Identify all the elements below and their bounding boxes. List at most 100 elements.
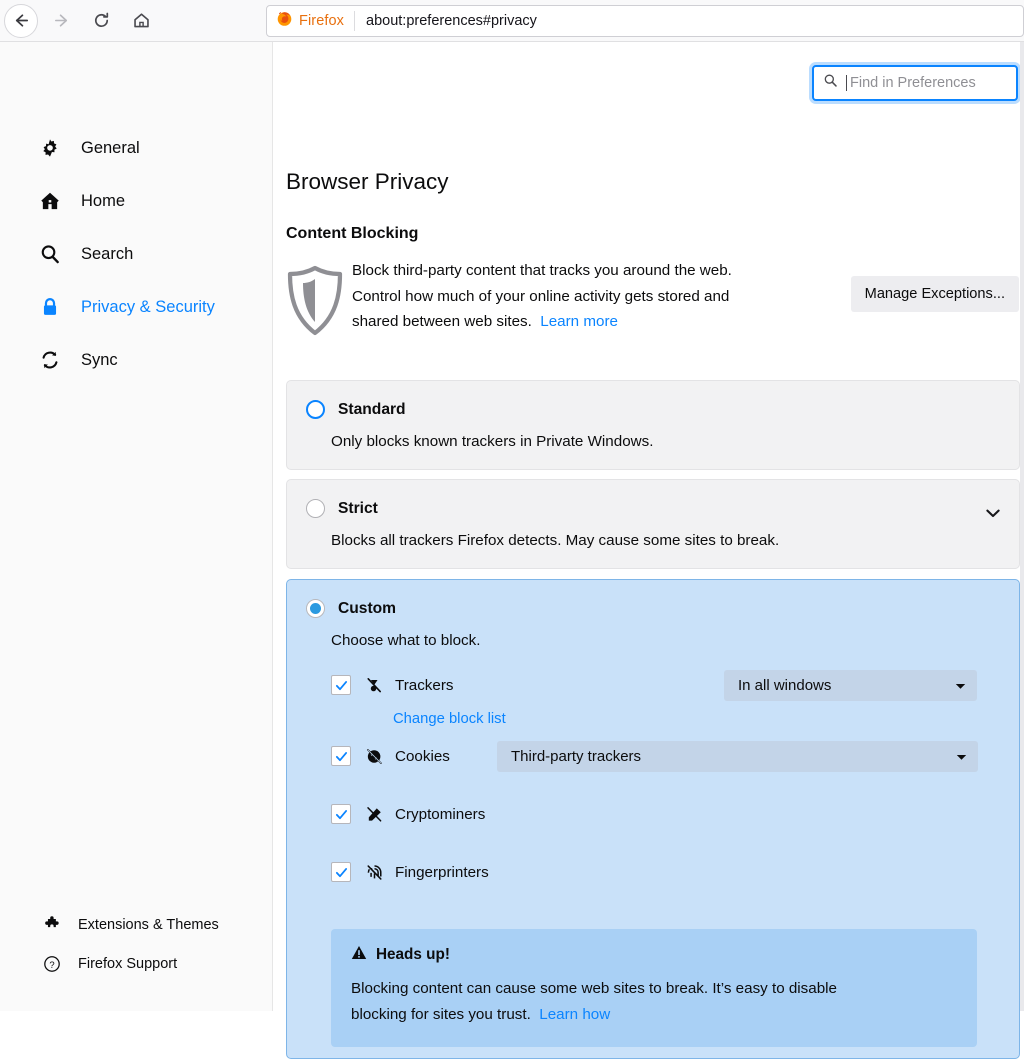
cryptominer-icon <box>365 805 387 824</box>
option-description: Only blocks known trackers in Private Wi… <box>287 419 1019 469</box>
firefox-brand-chip: Firefox <box>276 10 354 32</box>
sidebar-item-home[interactable]: Home <box>0 182 272 220</box>
radio-standard[interactable] <box>306 400 325 419</box>
learn-more-link[interactable]: Learn more <box>540 313 618 330</box>
warning-triangle-icon <box>351 945 367 965</box>
trackers-dropdown[interactable]: In all windows <box>724 670 977 701</box>
option-card-custom[interactable]: Custom Choose what to block. Trackers In… <box>286 579 1020 1059</box>
radio-strict[interactable] <box>306 499 325 518</box>
dropdown-value: In all windows <box>738 677 943 694</box>
firefox-logo-icon <box>276 10 293 32</box>
dropdown-value: Third-party trackers <box>511 748 944 765</box>
sidebar-item-search[interactable]: Search <box>0 235 272 273</box>
heads-up-title: Heads up! <box>376 946 450 964</box>
intro-text: Block third-party content that tracks yo… <box>352 258 804 342</box>
heads-up-line-2: blocking for sites you trust. <box>351 1006 531 1023</box>
tracker-icon <box>365 676 387 695</box>
check-icon <box>335 866 348 879</box>
option-card-standard[interactable]: Standard Only blocks known trackers in P… <box>286 380 1020 470</box>
chevron-down-icon[interactable] <box>986 505 1000 523</box>
home-button[interactable] <box>124 4 158 38</box>
search-input[interactable] <box>850 75 1000 91</box>
preferences-content: Browser Privacy Content Blocking Block t… <box>274 42 1024 1011</box>
home-icon <box>132 11 151 30</box>
fingerprinter-icon <box>365 863 387 882</box>
checkbox-trackers[interactable] <box>331 675 351 695</box>
heads-up-line-1: Blocking content can cause some web site… <box>351 980 837 997</box>
content-blocking-intro: Block third-party content that tracks yo… <box>286 258 1024 342</box>
row-label: Fingerprinters <box>395 864 489 881</box>
sidebar-item-label: Firefox Support <box>78 956 177 972</box>
option-card-strict[interactable]: Strict Blocks all trackers Firefox detec… <box>286 479 1020 569</box>
checkbox-cryptominers[interactable] <box>331 804 351 824</box>
chevron-down-icon <box>955 677 966 694</box>
intro-line-1: Block third-party content that tracks yo… <box>352 262 732 279</box>
checkbox-cookies[interactable] <box>331 746 351 766</box>
row-label: Trackers <box>395 677 454 694</box>
sidebar-footer-nav: Extensions & Themes ? Firefox Support <box>0 910 272 979</box>
row-cryptominers: Cryptominers <box>287 799 1019 829</box>
firefox-brand-label: Firefox <box>299 13 344 29</box>
sidebar-item-label: Privacy & Security <box>81 298 215 317</box>
row-label: Cryptominers <box>395 806 485 823</box>
sidebar-item-label: Extensions & Themes <box>78 917 219 933</box>
preferences-page: General Home Search Privacy & Security <box>0 42 1024 1011</box>
option-description: Blocks all trackers Firefox detects. May… <box>287 518 1019 568</box>
search-icon <box>823 73 838 93</box>
url-bar[interactable]: Firefox about:preferences#privacy <box>266 5 1024 37</box>
row-trackers: Trackers In all windows <box>287 670 1019 700</box>
option-name: Custom <box>338 600 396 618</box>
sidebar-item-label: Home <box>81 192 125 211</box>
checkbox-fingerprinters[interactable] <box>331 862 351 882</box>
option-header: Strict <box>287 480 1019 518</box>
forward-button[interactable] <box>44 4 78 38</box>
url-text[interactable]: about:preferences#privacy <box>355 13 537 29</box>
sidebar-item-firefox-support[interactable]: ? Firefox Support <box>0 949 272 979</box>
shield-icon <box>286 258 352 342</box>
option-name: Strict <box>338 500 378 518</box>
sidebar-item-extensions-themes[interactable]: Extensions & Themes <box>0 910 272 940</box>
option-header: Custom <box>287 580 1019 618</box>
find-in-preferences-box[interactable] <box>812 65 1018 101</box>
radio-custom[interactable] <box>306 599 325 618</box>
check-icon <box>335 808 348 821</box>
sidebar-item-sync[interactable]: Sync <box>0 341 272 379</box>
option-header: Standard <box>287 381 1019 419</box>
navigation-buttons <box>0 4 158 38</box>
check-icon <box>335 679 348 692</box>
puzzle-icon <box>42 916 61 935</box>
sync-icon <box>38 348 62 372</box>
scrollbar-track[interactable] <box>1020 42 1024 1011</box>
check-icon <box>335 750 348 763</box>
option-name: Standard <box>338 401 406 419</box>
sidebar-primary-nav: General Home Search Privacy & Security <box>0 129 272 379</box>
back-arrow-icon <box>12 11 31 30</box>
sidebar-item-general[interactable]: General <box>0 129 272 167</box>
browser-toolbar: Firefox about:preferences#privacy <box>0 0 1024 42</box>
cookie-icon <box>365 747 387 766</box>
learn-how-link[interactable]: Learn how <box>539 1006 610 1023</box>
back-button[interactable] <box>4 4 38 38</box>
home-icon <box>38 189 62 213</box>
url-bar-container: Firefox about:preferences#privacy <box>266 5 1024 37</box>
page-title: Browser Privacy <box>286 169 449 195</box>
preferences-sidebar: General Home Search Privacy & Security <box>0 42 273 1011</box>
intro-line-2: Control how much of your online activity… <box>352 288 729 305</box>
row-fingerprinters: Fingerprinters <box>287 857 1019 887</box>
reload-icon <box>92 11 111 30</box>
heads-up-body: Blocking content can cause some web site… <box>351 976 957 1028</box>
option-description: Choose what to block. <box>287 618 1019 649</box>
sidebar-item-privacy-security[interactable]: Privacy & Security <box>0 288 272 326</box>
reload-button[interactable] <box>84 4 118 38</box>
heads-up-callout: Heads up! Blocking content can cause som… <box>331 929 977 1047</box>
lock-icon <box>38 295 62 319</box>
change-block-list-link[interactable]: Change block list <box>287 711 506 727</box>
search-icon <box>38 242 62 266</box>
forward-arrow-icon <box>52 11 71 30</box>
sidebar-item-label: Search <box>81 245 133 264</box>
gear-icon <box>38 136 62 160</box>
svg-text:?: ? <box>49 960 54 971</box>
manage-exceptions-button[interactable]: Manage Exceptions... <box>851 276 1019 312</box>
heads-up-title-row: Heads up! <box>351 945 957 965</box>
cookies-dropdown[interactable]: Third-party trackers <box>497 741 978 772</box>
